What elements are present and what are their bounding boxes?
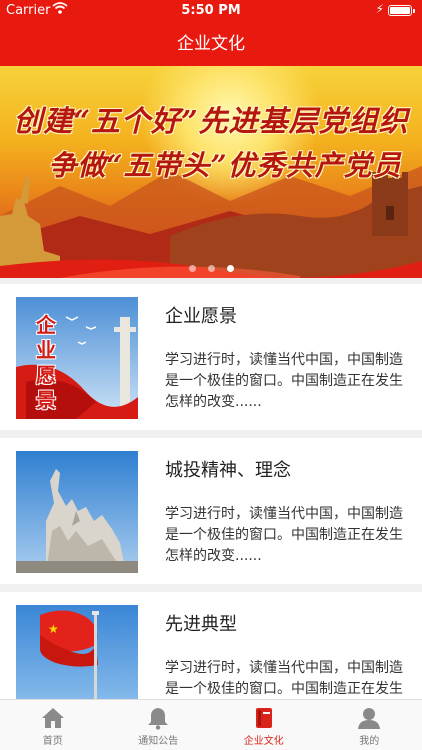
item-description: 学习进行时，读懂当代中国，中国制造是一个极佳的窗口。中国制造正在发生怎样的改变.… — [165, 506, 403, 564]
tab-label: 通知公告 — [138, 736, 179, 747]
tab-label: 我的 — [359, 736, 380, 747]
charging-icon: ⚡ — [375, 2, 384, 16]
svg-text:★: ★ — [48, 622, 59, 636]
article-list: 企业愿景 企业愿景 学习进行时，读懂当代中国，中国制造是一个极佳的窗口。中国制造… — [0, 284, 422, 746]
bell-icon — [148, 708, 169, 730]
tab-label: 首页 — [42, 736, 63, 747]
item-thumbnail: 企业愿景 — [16, 297, 138, 419]
thumbnail-caption: 企业愿景 — [36, 313, 56, 412]
item-title: 先进典型 — [165, 614, 237, 635]
banner-headline-1: 创建“五个好”先进基层党组织 — [13, 104, 409, 138]
item-description: 学习进行时，读懂当代中国，中国制造是一个极佳的窗口。中国制造正在发生怎样的改变.… — [165, 352, 403, 410]
carousel-dot-active[interactable] — [226, 265, 234, 272]
status-time: 5:50 PM — [181, 3, 241, 18]
page-title: 企业文化 — [177, 34, 245, 54]
carousel-dot[interactable] — [207, 265, 215, 272]
user-icon — [358, 708, 381, 729]
item-title: 企业愿景 — [165, 306, 237, 327]
tab-label: 企业文化 — [243, 736, 284, 747]
tab-mine[interactable]: 我的 — [317, 700, 422, 750]
battery-icon — [388, 5, 415, 16]
book-icon — [255, 708, 272, 728]
tab-bar: 首页 通知公告 企业文化 我的 — [0, 699, 422, 750]
nav-bar: 企业文化 — [0, 22, 422, 66]
tab-home[interactable]: 首页 — [0, 700, 106, 750]
banner-carousel[interactable]: 创建“五个好”先进基层党组织 争做“五带头”优秀共产党员 — [0, 66, 422, 278]
carousel-dots — [0, 257, 422, 276]
carousel-dot[interactable] — [188, 265, 196, 272]
status-bar: Carrier 5:50 PM ⚡ — [0, 0, 422, 22]
item-thumbnail — [16, 451, 138, 573]
tab-notices[interactable]: 通知公告 — [106, 700, 212, 750]
home-icon — [41, 708, 64, 728]
banner-headline-2: 争做“五带头”优秀共产党员 — [48, 149, 402, 182]
list-item[interactable]: 城投精神、理念 学习进行时，读懂当代中国，中国制造是一个极佳的窗口。中国制造正在… — [0, 438, 422, 584]
tab-culture[interactable]: 企业文化 — [211, 700, 317, 750]
list-item[interactable]: 企业愿景 企业愿景 学习进行时，读懂当代中国，中国制造是一个极佳的窗口。中国制造… — [0, 284, 422, 430]
item-title: 城投精神、理念 — [165, 460, 291, 481]
